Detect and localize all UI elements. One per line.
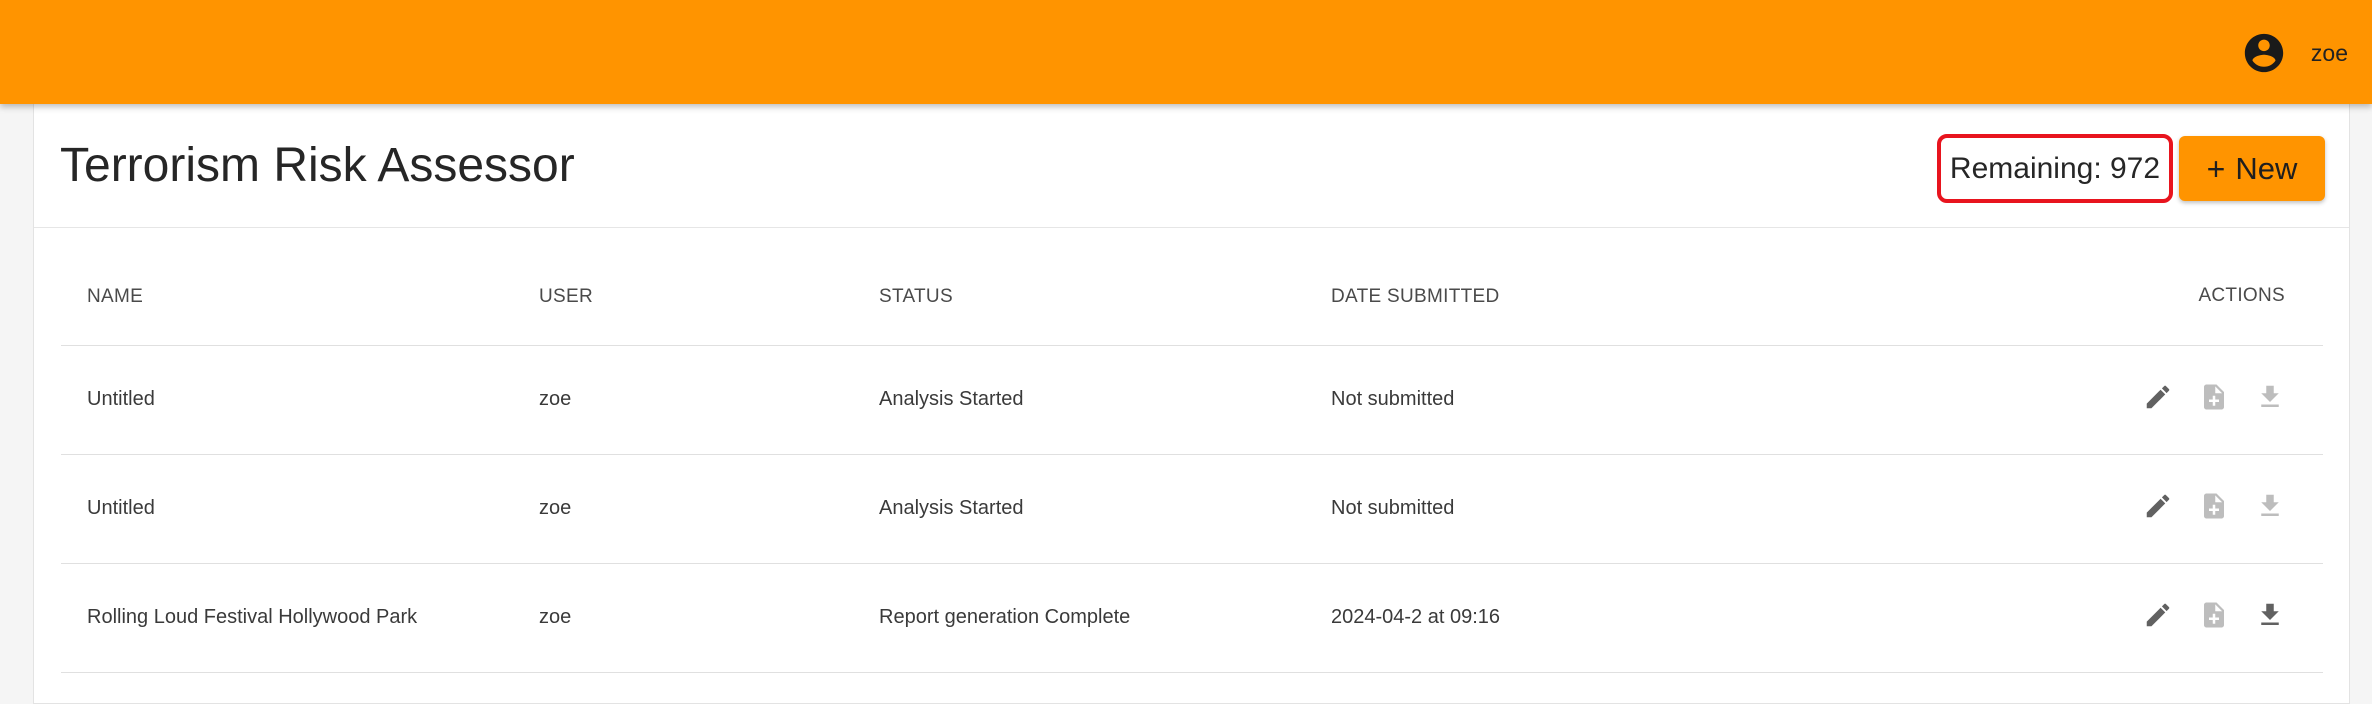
remaining-count: Remaining: 972 <box>1937 134 2173 203</box>
file-add-icon[interactable] <box>2199 382 2229 412</box>
user-menu[interactable]: zoe <box>2241 30 2348 76</box>
download-icon[interactable] <box>2255 600 2285 630</box>
download-icon[interactable] <box>2255 382 2285 412</box>
row-status: Analysis Started <box>879 388 1024 410</box>
row-date-submitted: Not submitted <box>1331 497 1455 519</box>
table-row[interactable]: Untitled zoe Analysis Started Not submit… <box>61 455 2323 564</box>
table-row[interactable]: Untitled zoe Analysis Started Not submit… <box>61 346 2323 455</box>
download-icon[interactable] <box>2255 491 2285 521</box>
username-label[interactable]: zoe <box>2311 40 2348 67</box>
row-name: Rolling Loud Festival Hollywood Park <box>87 606 418 628</box>
pencil-icon[interactable] <box>2143 491 2173 521</box>
file-add-icon[interactable] <box>2199 600 2229 630</box>
row-user: zoe <box>539 497 572 519</box>
row-user: zoe <box>539 388 572 410</box>
card-header: Terrorism Risk Assessor Remaining: 972 +… <box>34 104 2349 228</box>
account-circle-icon[interactable] <box>2241 30 2287 76</box>
column-header-actions: ACTIONS <box>2198 285 2285 306</box>
pencil-icon[interactable] <box>2143 382 2173 412</box>
new-assessment-button[interactable]: + New <box>2179 136 2325 201</box>
column-header-date-submitted[interactable]: DATE SUBMITTED <box>1331 286 1500 308</box>
table-row[interactable]: Rolling Loud Festival Hollywood Park zoe… <box>61 564 2323 673</box>
plus-icon: + <box>2206 150 2226 187</box>
assessments-card: Terrorism Risk Assessor Remaining: 972 +… <box>33 104 2350 704</box>
column-header-user[interactable]: USER <box>539 286 593 308</box>
top-app-bar: zoe <box>0 0 2372 104</box>
row-actions <box>2143 382 2285 412</box>
row-actions <box>2143 600 2285 630</box>
row-date-submitted: Not submitted <box>1331 388 1455 410</box>
row-name: Untitled <box>87 388 155 410</box>
table-header: NAME USER STATUS DATE SUBMITTED ACTIONS <box>61 228 2323 346</box>
file-add-icon[interactable] <box>2199 491 2229 521</box>
row-date-submitted: 2024-04-2 at 09:16 <box>1331 606 1501 628</box>
page-title: Terrorism Risk Assessor <box>60 139 575 192</box>
column-header-status[interactable]: STATUS <box>879 286 953 308</box>
column-header-name[interactable]: NAME <box>87 286 143 308</box>
new-button-label: New <box>2235 150 2298 186</box>
row-status: Report generation Complete <box>879 606 1131 628</box>
row-status: Analysis Started <box>879 497 1024 519</box>
assessments-table: NAME USER STATUS DATE SUBMITTED ACTIONS … <box>61 228 2323 673</box>
row-actions <box>2143 491 2285 521</box>
row-user: zoe <box>539 606 572 628</box>
row-name: Untitled <box>87 497 155 519</box>
pencil-icon[interactable] <box>2143 600 2173 630</box>
